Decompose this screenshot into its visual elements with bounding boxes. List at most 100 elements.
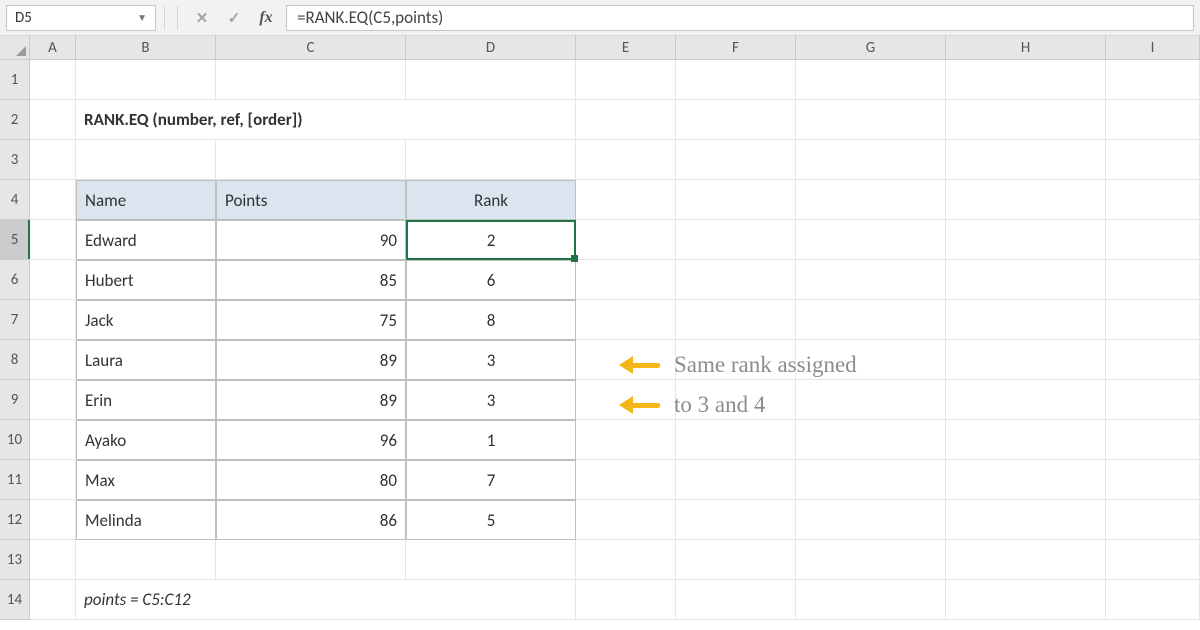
cell[interactable] [406, 540, 576, 580]
cell[interactable] [30, 340, 76, 380]
cell[interactable] [1106, 180, 1200, 220]
td-name[interactable]: Laura [76, 340, 216, 380]
td-rank[interactable]: 7 [406, 460, 576, 500]
td-name[interactable]: Erin [76, 380, 216, 420]
cell[interactable] [30, 100, 76, 140]
row-header-12[interactable]: 12 [0, 500, 30, 540]
cell[interactable] [796, 500, 946, 540]
td-points[interactable]: 86 [216, 500, 406, 540]
cell[interactable] [30, 420, 76, 460]
enter-icon[interactable]: ✓ [222, 6, 246, 30]
cell[interactable] [796, 140, 946, 180]
cell[interactable] [1106, 540, 1200, 580]
cell[interactable] [796, 580, 946, 620]
td-rank[interactable]: 5 [406, 500, 576, 540]
row-header-9[interactable]: 9 [0, 380, 30, 420]
cell[interactable] [1106, 460, 1200, 500]
col-header-D[interactable]: D [406, 36, 576, 59]
cell[interactable] [576, 300, 676, 340]
row-header-3[interactable]: 3 [0, 140, 30, 180]
row-header-13[interactable]: 13 [0, 540, 30, 580]
cell[interactable] [1106, 220, 1200, 260]
cell[interactable] [676, 140, 796, 180]
td-points[interactable]: 90 [216, 220, 406, 260]
td-name[interactable]: Melinda [76, 500, 216, 540]
td-rank[interactable]: 8 [406, 300, 576, 340]
row-header-5[interactable]: 5 [0, 220, 30, 260]
col-header-H[interactable]: H [946, 36, 1106, 59]
cell[interactable] [676, 220, 796, 260]
cell[interactable] [946, 540, 1106, 580]
td-points[interactable]: 85 [216, 260, 406, 300]
footer-note[interactable]: points = C5:C12 [76, 580, 576, 620]
cell[interactable] [576, 500, 676, 540]
cell[interactable] [796, 100, 946, 140]
td-name[interactable]: Max [76, 460, 216, 500]
cell[interactable] [796, 60, 946, 100]
cell[interactable] [676, 460, 796, 500]
cell[interactable] [216, 540, 406, 580]
cell[interactable] [216, 60, 406, 100]
cell[interactable] [946, 420, 1106, 460]
td-name[interactable]: Ayako [76, 420, 216, 460]
cell[interactable] [576, 420, 676, 460]
cell[interactable] [796, 220, 946, 260]
cell[interactable] [1106, 500, 1200, 540]
cell[interactable] [1106, 260, 1200, 300]
cell[interactable] [946, 60, 1106, 100]
td-rank[interactable]: 1 [406, 420, 576, 460]
cell[interactable] [946, 580, 1106, 620]
cell[interactable] [1106, 580, 1200, 620]
col-header-G[interactable]: G [796, 36, 946, 59]
cell[interactable] [946, 220, 1106, 260]
td-name[interactable]: Hubert [76, 260, 216, 300]
row-header-1[interactable]: 1 [0, 60, 30, 100]
fx-icon[interactable]: fx [254, 6, 278, 30]
cell[interactable] [676, 500, 796, 540]
page-title[interactable]: RANK.EQ (number, ref, [order]) [76, 100, 576, 140]
cell[interactable] [946, 260, 1106, 300]
cell[interactable] [1106, 380, 1200, 420]
cell[interactable] [406, 60, 576, 100]
row-header-8[interactable]: 8 [0, 340, 30, 380]
chevron-down-icon[interactable]: ▼ [137, 11, 147, 24]
cancel-icon[interactable]: ✕ [190, 6, 214, 30]
th-name[interactable]: Name [76, 180, 216, 220]
cell[interactable] [946, 300, 1106, 340]
cell[interactable] [796, 380, 946, 420]
cell[interactable] [946, 100, 1106, 140]
cell[interactable] [576, 60, 676, 100]
cell[interactable] [30, 140, 76, 180]
cell[interactable] [796, 300, 946, 340]
cell[interactable] [576, 140, 676, 180]
select-all-corner[interactable] [0, 36, 30, 59]
td-rank[interactable]: 3 [406, 340, 576, 380]
row-header-10[interactable]: 10 [0, 420, 30, 460]
cell[interactable] [946, 340, 1106, 380]
td-name[interactable]: Jack [76, 300, 216, 340]
cell[interactable] [576, 580, 676, 620]
sheet-area[interactable]: RANK.EQ (number, ref, [order]) Name Poin… [30, 60, 1200, 620]
row-header-14[interactable]: 14 [0, 580, 30, 620]
cell[interactable] [1106, 100, 1200, 140]
td-points[interactable]: 89 [216, 380, 406, 420]
cell[interactable] [30, 540, 76, 580]
cell[interactable] [796, 420, 946, 460]
row-header-11[interactable]: 11 [0, 460, 30, 500]
cell[interactable] [1106, 340, 1200, 380]
cell[interactable] [576, 460, 676, 500]
row-header-6[interactable]: 6 [0, 260, 30, 300]
cell[interactable] [30, 260, 76, 300]
td-rank[interactable]: 6 [406, 260, 576, 300]
cell[interactable] [30, 220, 76, 260]
cell[interactable] [1106, 420, 1200, 460]
col-header-I[interactable]: I [1106, 36, 1200, 59]
row-header-7[interactable]: 7 [0, 300, 30, 340]
td-points[interactable]: 89 [216, 340, 406, 380]
cell[interactable] [676, 540, 796, 580]
td-rank[interactable]: 2 [406, 220, 576, 260]
cell[interactable] [676, 260, 796, 300]
cell[interactable] [576, 180, 676, 220]
th-points[interactable]: Points [216, 180, 406, 220]
col-header-C[interactable]: C [216, 36, 406, 59]
